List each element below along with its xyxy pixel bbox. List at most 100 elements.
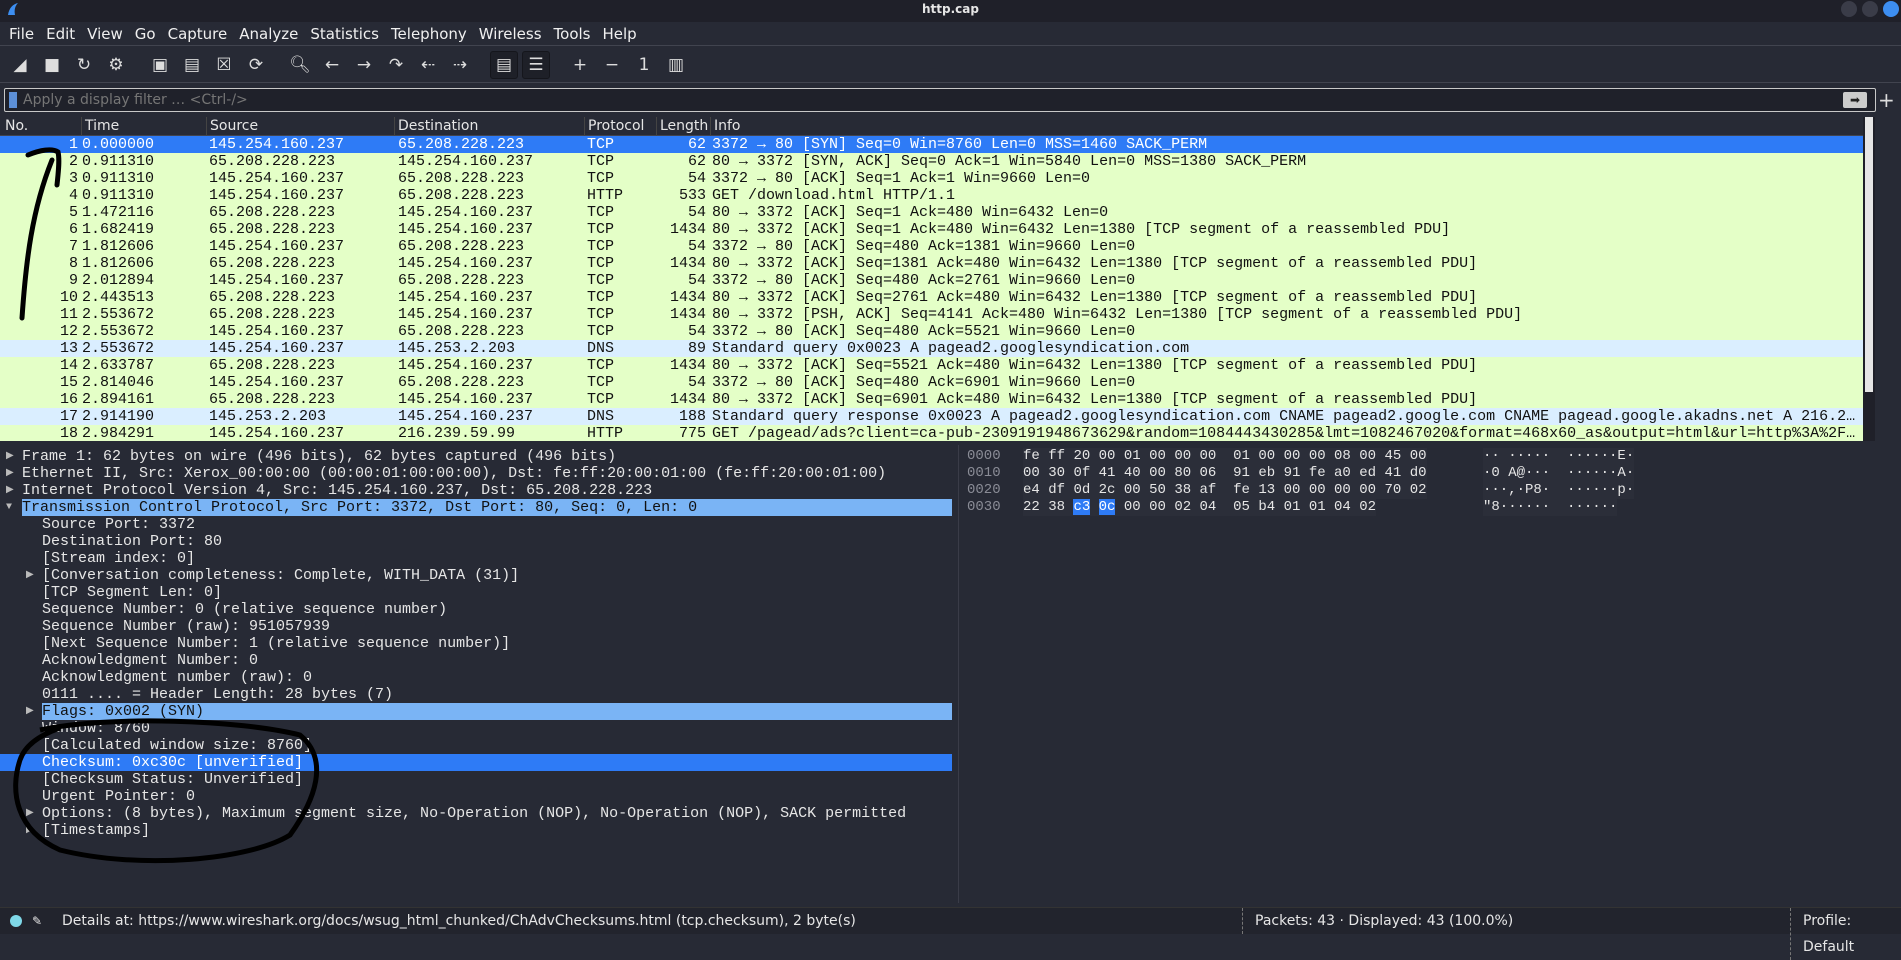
hex-byte[interactable]: 80 [1174, 465, 1191, 481]
hex-byte[interactable]: ff [1048, 448, 1065, 464]
detail-row[interactable]: Urgent Pointer: 0 [0, 788, 952, 805]
hex-byte[interactable]: 50 [1149, 482, 1166, 498]
expert-info-icon[interactable] [10, 915, 22, 927]
hex-bytes[interactable]: fe ff 20 00 01 00 00 00 01 00 00 00 08 0… [1023, 448, 1427, 465]
menu-analyze[interactable]: Analyze [233, 22, 304, 45]
hex-byte[interactable]: 0c [1098, 499, 1116, 515]
packet-row[interactable]: 12 2.553672 145.254.160.237 65.208.228.223 T… [0, 323, 1863, 340]
detail-row[interactable]: ▶ Ethernet II, Src: Xerox_00:00:00 (00:00… [0, 465, 952, 482]
hex-byte[interactable]: 00 [1359, 482, 1376, 498]
hex-byte[interactable]: d0 [1410, 465, 1427, 481]
detail-row[interactable]: Destination Port: 80 [0, 533, 952, 550]
autoscroll-button[interactable]: ▤ [490, 50, 518, 79]
back-button[interactable]: ← [318, 51, 346, 79]
stop-capture-button[interactable]: ■ [38, 51, 66, 79]
hex-byte[interactable]: 40 [1124, 465, 1141, 481]
packet-row[interactable]: 5 1.472116 65.208.228.223 145.254.160.237 TC… [0, 204, 1863, 221]
packet-row[interactable]: 16 2.894161 65.208.228.223 145.254.160.237 T… [0, 391, 1863, 408]
menu-statistics[interactable]: Statistics [304, 22, 385, 45]
hex-byte[interactable]: 20 [1073, 448, 1090, 464]
hex-byte[interactable]: 00 [1359, 448, 1376, 464]
hex-byte[interactable]: 00 [1334, 482, 1351, 498]
hex-ascii[interactable]: ·· ····· ······E· [1483, 448, 1635, 465]
packet-row[interactable]: 18 2.984291 145.254.160.237 216.239.59.99 HT… [0, 425, 1863, 441]
detail-row[interactable]: Acknowledgment number (raw): 0 [0, 669, 952, 686]
hex-byte[interactable]: 04 [1200, 499, 1217, 515]
menu-help[interactable]: Help [596, 22, 642, 45]
hex-byte[interactable]: 00 [1284, 482, 1301, 498]
hex-byte[interactable]: 00 [1309, 482, 1326, 498]
hex-byte[interactable]: 45 [1384, 448, 1401, 464]
packet-row[interactable]: 8 1.812606 65.208.228.223 145.254.160.237 TC… [0, 255, 1863, 272]
last-packet-button[interactable]: ⇢ [446, 51, 474, 79]
hex-bytes[interactable]: 22 38 c3 0c 00 00 02 04 05 b4 01 01 04 0… [1023, 499, 1377, 516]
detail-row[interactable]: [Checksum Status: Unverified] [0, 771, 952, 788]
zoom-out-button[interactable]: − [598, 51, 626, 79]
collapsed-arrow-icon[interactable]: ▶ [26, 822, 34, 839]
resize-columns-button[interactable]: ▥ [662, 51, 690, 79]
menu-tools[interactable]: Tools [548, 22, 597, 45]
collapsed-arrow-icon[interactable]: ▶ [6, 448, 14, 465]
column-header-source[interactable]: Source [206, 117, 258, 136]
hex-bytes[interactable]: 00 30 0f 41 40 00 80 06 91 eb 91 fe a0 e… [1023, 465, 1427, 482]
hex-byte[interactable]: 00 [1200, 448, 1217, 464]
hex-byte[interactable]: 00 [1284, 448, 1301, 464]
hex-byte[interactable]: e4 [1023, 482, 1040, 498]
packet-row[interactable]: 14 2.633787 65.208.228.223 145.254.160.237 T… [0, 357, 1863, 374]
detail-row[interactable]: ▶ Flags: 0x002 (SYN) [0, 703, 952, 720]
packet-row[interactable]: 6 1.682419 65.208.228.223 145.254.160.237 TC… [0, 221, 1863, 238]
hex-byte[interactable]: 0d [1073, 482, 1090, 498]
detail-row[interactable]: [Next Sequence Number: 1 (relative seque… [0, 635, 952, 652]
detail-row[interactable]: Window: 8760 [0, 720, 952, 737]
bookmark-icon[interactable] [9, 92, 17, 108]
collapsed-arrow-icon[interactable]: ▶ [26, 805, 34, 822]
hex-byte[interactable]: 02 [1410, 482, 1427, 498]
hex-byte[interactable]: df [1048, 482, 1065, 498]
capture-options-button[interactable]: ⚙ [102, 51, 130, 79]
detail-row[interactable]: ▶ Frame 1: 62 bytes on wire (496 bits), 6… [0, 448, 952, 465]
search-button[interactable]: 🔍︎ [286, 51, 314, 79]
detail-row[interactable]: ▶ Options: (8 bytes), Maximum segment siz… [0, 805, 952, 822]
packet-row[interactable]: 4 0.911310 145.254.160.237 65.208.228.223 HT… [0, 187, 1863, 204]
packet-row[interactable]: 3 0.911310 145.254.160.237 65.208.228.223 TC… [0, 170, 1863, 187]
hex-byte[interactable]: 01 [1124, 448, 1141, 464]
detail-row[interactable]: Source Port: 3372 [0, 516, 952, 533]
hex-byte[interactable]: 00 [1149, 499, 1166, 515]
hex-byte[interactable]: 00 [1410, 448, 1427, 464]
close-button[interactable] [1883, 1, 1899, 17]
collapsed-arrow-icon[interactable]: ▶ [26, 703, 34, 720]
hex-byte[interactable]: af [1200, 482, 1217, 498]
hex-ascii[interactable]: "8······ ······ [1483, 499, 1618, 516]
open-file-button[interactable]: ▣ [146, 51, 174, 79]
menu-file[interactable]: File [3, 22, 40, 45]
hex-byte[interactable]: 2c [1099, 482, 1116, 498]
hex-byte[interactable]: b4 [1258, 499, 1275, 515]
hex-byte[interactable]: 30 [1048, 465, 1065, 481]
hex-byte[interactable]: eb [1258, 465, 1275, 481]
hex-ascii[interactable]: ·0 A@··· ······A· [1483, 465, 1635, 482]
menu-edit[interactable]: Edit [40, 22, 81, 45]
packet-row[interactable]: 1 0.000000 145.254.160.237 65.208.228.223 TC… [0, 136, 1863, 153]
detail-row[interactable]: Acknowledgment Number: 0 [0, 652, 952, 669]
packet-row[interactable]: 7 1.812606 145.254.160.237 65.208.228.223 TC… [0, 238, 1863, 255]
packet-row[interactable]: 13 2.553672 145.254.160.237 145.253.2.203 DN… [0, 340, 1863, 357]
column-header-destination[interactable]: Destination [394, 117, 478, 136]
hex-byte[interactable]: fe [1023, 448, 1040, 464]
hex-byte[interactable]: 41 [1099, 465, 1116, 481]
hex-byte[interactable]: 91 [1233, 465, 1250, 481]
hex-byte[interactable]: 01 [1233, 448, 1250, 464]
hex-byte[interactable]: 00 [1023, 465, 1040, 481]
packet-list-scrollbar[interactable] [1863, 117, 1875, 441]
hex-byte[interactable]: 06 [1200, 465, 1217, 481]
detail-row[interactable]: ▶ Internet Protocol Version 4, Src: 145.2… [0, 482, 952, 499]
packet-row[interactable]: 10 2.443513 65.208.228.223 145.254.160.237 T… [0, 289, 1863, 306]
hex-byte[interactable]: 00 [1149, 448, 1166, 464]
menu-capture[interactable]: Capture [162, 22, 234, 45]
detail-row[interactable]: [TCP Segment Len: 0] [0, 584, 952, 601]
display-filter-input[interactable] [23, 92, 1843, 108]
detail-row[interactable]: Sequence Number: 0 (relative sequence nu… [0, 601, 952, 618]
hex-byte[interactable]: 00 [1124, 499, 1141, 515]
hex-byte[interactable]: 00 [1149, 465, 1166, 481]
packet-row[interactable]: 2 0.911310 65.208.228.223 145.254.160.237 TC… [0, 153, 1863, 170]
hex-byte[interactable]: 91 [1284, 465, 1301, 481]
